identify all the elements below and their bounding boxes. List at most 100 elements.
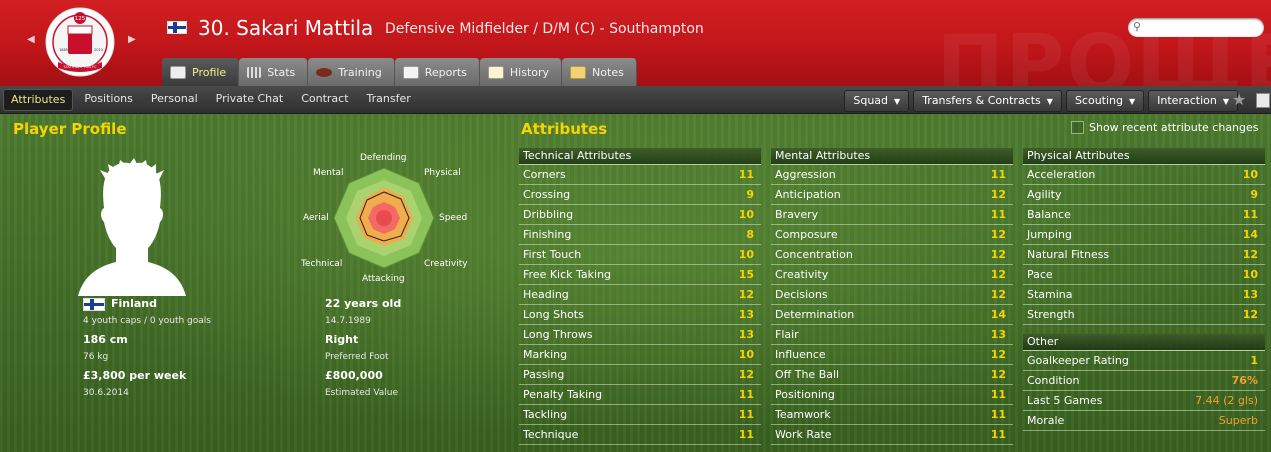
- tab-stats[interactable]: Stats: [239, 58, 309, 86]
- attribute-row[interactable]: Last 5 Games 7.44 (2 gls): [1023, 391, 1265, 411]
- options-list-icon[interactable]: [1256, 93, 1270, 108]
- tab-reports[interactable]: Reports: [394, 58, 480, 86]
- attribute-value: 12: [738, 368, 754, 381]
- attribute-name: Morale: [1027, 414, 1065, 427]
- attribute-name: Balance: [1027, 208, 1071, 221]
- attribute-row[interactable]: Heading 12: [519, 285, 761, 305]
- attribute-row[interactable]: Teamwork 11: [771, 405, 1013, 425]
- attribute-row[interactable]: Flair 13: [771, 325, 1013, 345]
- transfers-contracts-menu-button[interactable]: Transfers & Contracts ▼: [913, 90, 1062, 112]
- crest-year-left: 1885: [59, 48, 68, 52]
- attribute-row[interactable]: Condition 76%: [1023, 371, 1265, 391]
- attribute-value: 12: [990, 288, 1006, 301]
- attribute-row[interactable]: Stamina 13: [1023, 285, 1265, 305]
- attribute-row[interactable]: Concentration 12: [771, 245, 1013, 265]
- attribute-row[interactable]: Creativity 12: [771, 265, 1013, 285]
- subnav-private-chat[interactable]: Private Chat: [209, 89, 291, 109]
- profile-icon: [170, 65, 186, 79]
- tab-label: Notes: [592, 65, 624, 79]
- scouting-menu-button[interactable]: Scouting ▼: [1065, 90, 1145, 112]
- attribute-row[interactable]: Acceleration 10: [1023, 165, 1265, 185]
- next-arrow-icon[interactable]: ▶: [128, 34, 136, 45]
- radar-label-physical: Physical: [424, 168, 461, 178]
- radar-label-aerial: Aerial: [303, 213, 329, 223]
- tab-profile[interactable]: Profile: [162, 58, 240, 86]
- attribute-value: 76%: [1231, 374, 1258, 387]
- attribute-row[interactable]: Dribbling 10: [519, 205, 761, 225]
- attribute-row[interactable]: Pace 10: [1023, 265, 1265, 285]
- attribute-row[interactable]: Jumping 14: [1023, 225, 1265, 245]
- subnav-attributes[interactable]: Attributes: [3, 89, 74, 111]
- subnav-personal[interactable]: Personal: [144, 89, 205, 109]
- attribute-row[interactable]: Work Rate 11: [771, 425, 1013, 445]
- attribute-row[interactable]: Agility 9: [1023, 185, 1265, 205]
- attribute-row[interactable]: Positioning 11: [771, 385, 1013, 405]
- attribute-row[interactable]: Strength 12: [1023, 305, 1265, 325]
- subnav-transfer[interactable]: Transfer: [360, 89, 418, 109]
- crest-number: 125: [75, 16, 86, 22]
- attribute-name: Acceleration: [1027, 168, 1096, 181]
- attribute-name: Heading: [523, 288, 569, 301]
- attribute-row[interactable]: Composure 12: [771, 225, 1013, 245]
- attribute-value: 13: [738, 308, 754, 321]
- attribute-row[interactable]: Free Kick Taking 15: [519, 265, 761, 285]
- attribute-row[interactable]: First Touch 10: [519, 245, 761, 265]
- youth-caps: 4 youth caps / 0 youth goals: [83, 316, 211, 326]
- interaction-menu-button[interactable]: Interaction ▼: [1148, 90, 1238, 112]
- attribute-row[interactable]: Long Throws 13: [519, 325, 761, 345]
- attribute-value: 12: [990, 348, 1006, 361]
- attribute-row[interactable]: Penalty Taking 11: [519, 385, 761, 405]
- attribute-name: Crossing: [523, 188, 571, 201]
- search-input[interactable]: ⚲: [1128, 18, 1264, 37]
- attribute-radar-chart: [333, 167, 435, 269]
- attribute-row[interactable]: Influence 12: [771, 345, 1013, 365]
- attribute-row[interactable]: Off The Ball 12: [771, 365, 1013, 385]
- attribute-row[interactable]: Balance 11: [1023, 205, 1265, 225]
- tab-training[interactable]: Training: [308, 58, 395, 86]
- technical-attributes-table: Technical Attributes Corners 11 Crossing 9 D…: [519, 148, 761, 445]
- attribute-value: 8: [746, 228, 754, 241]
- subnav-positions[interactable]: Positions: [77, 89, 140, 109]
- attribute-row[interactable]: Morale Superb: [1023, 411, 1265, 431]
- shortlist-star-icon[interactable]: ★: [1232, 90, 1246, 109]
- player-position-club: Defensive Midfielder / D/M (C) - Southam…: [385, 21, 704, 37]
- attribute-value: 12: [738, 288, 754, 301]
- crest-club-name: SOUTHAMPTON FC: [64, 65, 97, 69]
- attributes-title: Attributes: [521, 120, 608, 138]
- attribute-row[interactable]: Tackling 11: [519, 405, 761, 425]
- attribute-row[interactable]: Natural Fitness 12: [1023, 245, 1265, 265]
- attribute-value: 11: [1242, 208, 1258, 221]
- subnav-contract[interactable]: Contract: [294, 89, 355, 109]
- attribute-row[interactable]: Passing 12: [519, 365, 761, 385]
- attribute-row[interactable]: Aggression 11: [771, 165, 1013, 185]
- attribute-row[interactable]: Bravery 11: [771, 205, 1013, 225]
- reports-icon: [402, 65, 419, 79]
- attribute-value: 11: [990, 388, 1006, 401]
- attribute-row[interactable]: Finishing 8: [519, 225, 761, 245]
- previous-arrow-icon[interactable]: ◀: [27, 34, 35, 45]
- attribute-row[interactable]: Marking 10: [519, 345, 761, 365]
- attribute-name: Jumping: [1027, 228, 1072, 241]
- attribute-row[interactable]: Determination 14: [771, 305, 1013, 325]
- preferred-foot-value: Right: [325, 333, 359, 346]
- attribute-row[interactable]: Crossing 9: [519, 185, 761, 205]
- attribute-row[interactable]: Decisions 12: [771, 285, 1013, 305]
- physical-attributes-header: Physical Attributes: [1023, 148, 1265, 165]
- player-name-title: 30. Sakari Mattila: [198, 16, 374, 40]
- attribute-row[interactable]: Anticipation 12: [771, 185, 1013, 205]
- attribute-row[interactable]: Long Shots 13: [519, 305, 761, 325]
- menu-label: Interaction: [1157, 94, 1217, 107]
- attribute-name: Long Throws: [523, 328, 593, 341]
- attribute-row[interactable]: Goalkeeper Rating 1: [1023, 351, 1265, 371]
- tab-notes[interactable]: Notes: [562, 58, 637, 86]
- radar-label-technical: Technical: [301, 259, 343, 269]
- squad-menu-button[interactable]: Squad ▼: [844, 90, 910, 112]
- radar-label-speed: Speed: [439, 213, 468, 223]
- player-silhouette-icon: [78, 158, 186, 296]
- tab-history[interactable]: History: [479, 58, 563, 86]
- player-weight: 76 kg: [83, 352, 109, 362]
- attribute-row[interactable]: Technique 11: [519, 425, 761, 445]
- attribute-row[interactable]: Corners 11: [519, 165, 761, 185]
- show-recent-changes-checkbox[interactable]: Show recent attribute changes: [1071, 121, 1259, 134]
- radar-label-defending: Defending: [360, 153, 407, 163]
